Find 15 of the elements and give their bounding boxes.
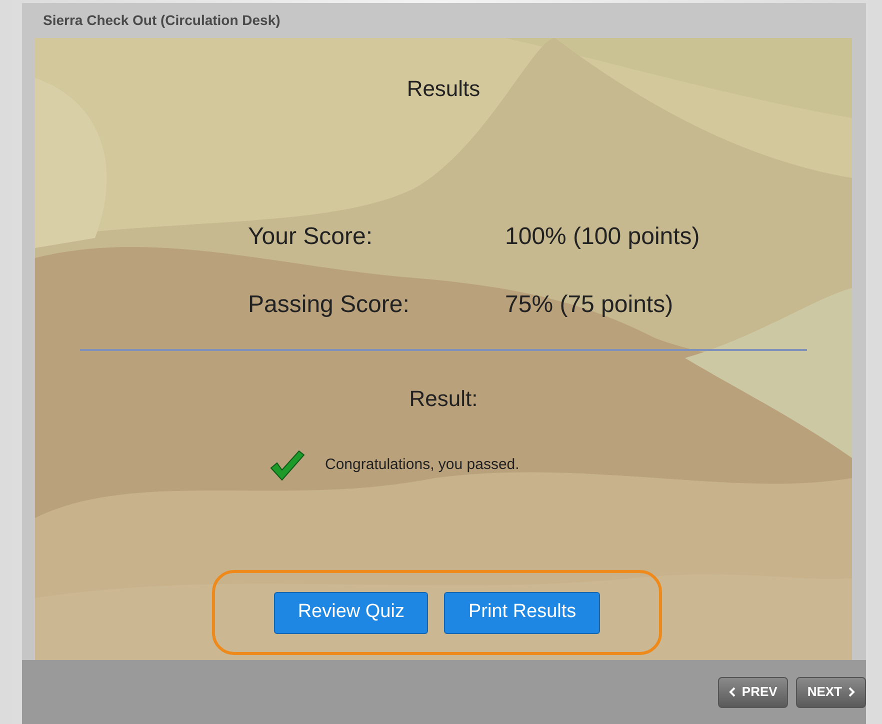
checkmark-icon: [269, 448, 305, 482]
prev-button[interactable]: PREV: [718, 676, 788, 708]
result-heading: Result:: [409, 384, 478, 412]
window-title: Sierra Check Out (Circulation Desk): [43, 11, 280, 30]
chevron-right-icon: [848, 687, 855, 697]
quiz-action-button[interactable]: Review Quiz: [274, 592, 428, 634]
quiz-action-button[interactable]: Print Results: [444, 592, 600, 634]
chevron-left-icon: [728, 687, 736, 697]
score-value: 75% (75 points): [505, 290, 674, 320]
score-value: 100% (100 points): [505, 222, 700, 252]
result-message: Congratulations, you passed.: [325, 454, 520, 475]
score-label: Passing Score:: [248, 290, 410, 320]
score-label: Your Score:: [248, 222, 374, 252]
next-button[interactable]: NEXT: [796, 676, 866, 708]
results-heading: Results: [406, 74, 480, 102]
